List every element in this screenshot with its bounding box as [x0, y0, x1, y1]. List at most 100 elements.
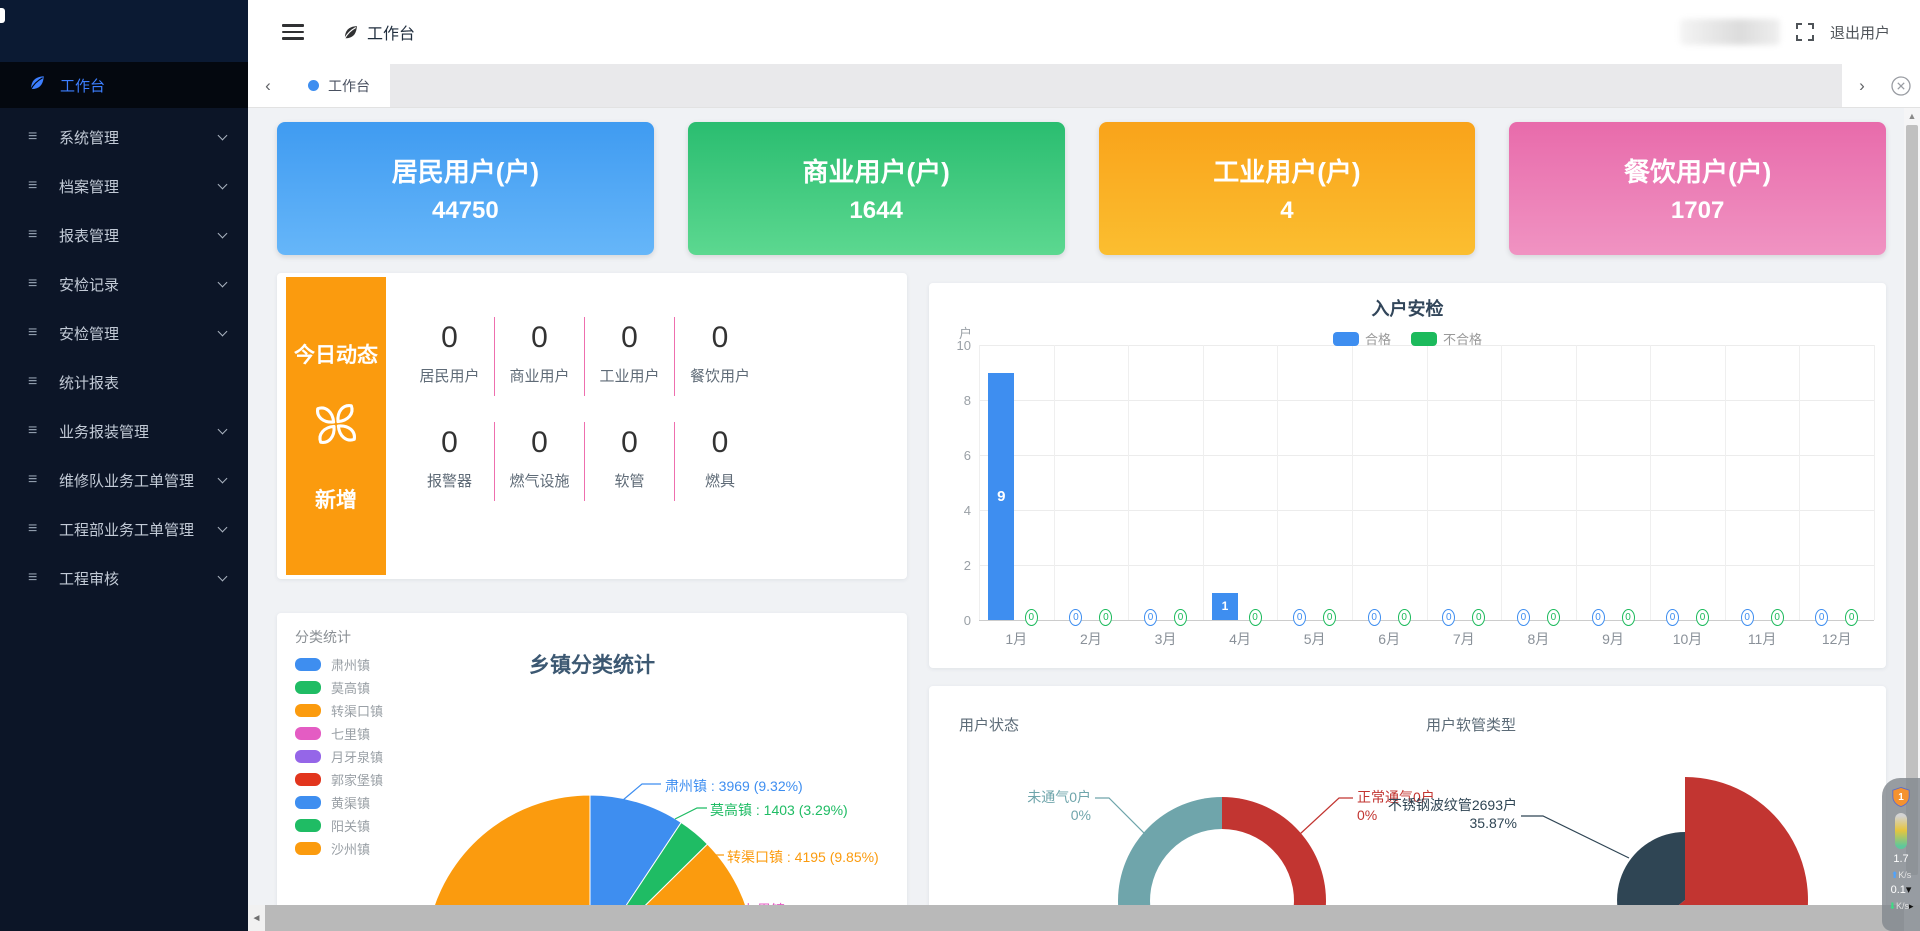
breadcrumb[interactable]: 工作台 — [342, 20, 415, 44]
svg-text:未通气0户: 未通气0户 — [1027, 789, 1091, 805]
zero-marker: 0 — [1696, 609, 1709, 626]
zero-marker: 0 — [1174, 609, 1187, 626]
sidebar-item[interactable]: ≡ 统计报表 — [0, 362, 248, 402]
today-stat: 0 报警器 — [405, 422, 495, 501]
y-axis-tick: 4 — [937, 503, 971, 518]
username-redacted — [1680, 19, 1780, 45]
stat-card-title: 居民用户(户) — [392, 152, 539, 189]
stat-card: 餐饮用户(户) 1707 — [1509, 122, 1886, 255]
scroll-left-arrow[interactable]: ◄ — [248, 905, 265, 931]
today-stat-value: 0 — [675, 426, 765, 460]
sidebar-item[interactable]: ≡ 档案管理 — [0, 166, 248, 206]
today-stat: 0 居民用户 — [405, 317, 495, 396]
tabs-scroll-left-button[interactable]: ‹ — [248, 64, 288, 107]
download-speed: 0.1▾ — [1891, 885, 1912, 896]
zero-marker: 0 — [1666, 609, 1679, 626]
today-badge: 新增 — [315, 484, 357, 514]
chevron-down-icon — [218, 473, 228, 483]
upload-speed: 1.7 — [1893, 854, 1908, 865]
menu-lines-icon: ≡ — [28, 226, 45, 244]
speed-gauge-icon — [1895, 813, 1907, 849]
sidebar-item[interactable]: ≡ 维修队业务工单管理 — [0, 460, 248, 500]
zero-marker: 0 — [1517, 609, 1530, 626]
x-axis-label: 5月 — [1285, 629, 1345, 649]
sidebar-item-label: 档案管理 — [59, 176, 205, 197]
sidebar-menu: ≡ 系统管理 ≡ 档案管理 ≡ 报表管理 ≡ 安检记录 ≡ 安检管理 ≡ 统计报… — [0, 117, 248, 598]
sidebar-item-workbench[interactable]: 工作台 — [0, 62, 248, 108]
sidebar-item[interactable]: ≡ 报表管理 — [0, 215, 248, 255]
today-stat-value: 0 — [495, 426, 584, 460]
today-stat-label: 餐饮用户 — [675, 365, 765, 386]
header: 工作台 退出用户 — [248, 0, 1920, 64]
today-stat-label: 商业用户 — [495, 365, 584, 386]
net-speed-widget[interactable]: 1 1.7 ⬆K/s 0.1▾ ⬇K/s▸ — [1882, 778, 1920, 931]
sidebar-item[interactable]: ≡ 工程部业务工单管理 — [0, 509, 248, 549]
menu-lines-icon: ≡ — [28, 373, 45, 391]
chevron-down-icon — [218, 522, 228, 532]
zero-marker: 0 — [1592, 609, 1605, 626]
upload-unit: ⬆K/s — [1891, 870, 1912, 880]
horizontal-scrollbar[interactable]: ◄ — [248, 905, 1904, 931]
today-stat-label: 软管 — [585, 470, 674, 491]
today-stat-label: 居民用户 — [405, 365, 494, 386]
chevron-down-icon — [218, 277, 228, 287]
hamburger-menu-icon[interactable] — [282, 20, 304, 44]
town-pie-chart — [277, 613, 907, 931]
zero-marker: 0 — [1323, 609, 1336, 626]
x-axis-label: 3月 — [1136, 629, 1196, 649]
today-stat: 0 软管 — [585, 422, 675, 501]
menu-lines-icon: ≡ — [28, 422, 45, 440]
sidebar-item-label: 安检管理 — [59, 323, 205, 344]
x-axis-label: 4月 — [1210, 629, 1270, 649]
zero-marker: 0 — [1442, 609, 1455, 626]
today-stat-value: 0 — [585, 321, 674, 355]
sidebar-item[interactable]: ≡ 业务报装管理 — [0, 411, 248, 451]
edge-tab[interactable] — [0, 8, 5, 23]
today-stat-label: 报警器 — [405, 470, 494, 491]
logout-button[interactable]: 退出用户 — [1830, 22, 1890, 43]
today-stat-value: 0 — [675, 321, 765, 355]
legend-item[interactable]: 不合格 — [1411, 329, 1482, 348]
today-stat-label: 燃气设施 — [495, 470, 584, 491]
download-unit: ⬇K/s▸ — [1888, 901, 1913, 911]
sidebar-item[interactable]: ≡ 安检管理 — [0, 313, 248, 353]
horizontal-scrollbar-thumb[interactable] — [265, 905, 1904, 931]
bar-合格: 9 — [988, 373, 1014, 621]
menu-lines-icon: ≡ — [28, 177, 45, 195]
active-tab-dot-icon — [308, 80, 319, 91]
sidebar-header — [0, 0, 248, 62]
zero-marker: 0 — [1741, 609, 1754, 626]
status-charts: 未通气0户0%正常通气0户0%不锈钢波纹管2693户35.87% — [929, 686, 1886, 931]
scroll-up-arrow[interactable]: ▲ — [1904, 108, 1920, 124]
zero-marker: 0 — [1099, 609, 1112, 626]
zero-marker: 0 — [1845, 609, 1858, 626]
zero-marker: 0 — [1398, 609, 1411, 626]
zero-marker: 0 — [1771, 609, 1784, 626]
zero-marker: 0 — [1368, 609, 1381, 626]
svg-text:不锈钢波纹管2693户: 不锈钢波纹管2693户 — [1388, 797, 1517, 813]
zero-marker: 0 — [1472, 609, 1485, 626]
svg-text:1: 1 — [1898, 792, 1904, 803]
town-pie-panel: 分类统计 肃州镇 莫高镇 转渠口镇 七里镇 月牙泉镇 郭家堡镇 黄渠镇 阳关镇 … — [277, 613, 907, 931]
stat-cards-row: 居民用户(户) 44750 商业用户(户) 1644 工业用户(户) 4 餐饮用… — [277, 122, 1886, 255]
fullscreen-icon[interactable] — [1796, 23, 1814, 41]
sidebar-item[interactable]: ≡ 系统管理 — [0, 117, 248, 157]
zero-marker: 0 — [1547, 609, 1560, 626]
leaf-icon — [28, 74, 46, 96]
tab-workbench[interactable]: 工作台 — [288, 64, 390, 107]
chevron-down-icon — [218, 326, 228, 336]
chevron-down-icon — [218, 424, 228, 434]
today-stat-value: 0 — [585, 426, 674, 460]
vertical-scrollbar-thumb[interactable] — [1906, 125, 1918, 875]
zero-marker: 0 — [1069, 609, 1082, 626]
tabs-scroll-right-button[interactable]: › — [1842, 64, 1882, 107]
stat-card: 商业用户(户) 1644 — [688, 122, 1065, 255]
x-axis-label: 2月 — [1061, 629, 1121, 649]
stat-card-value: 1707 — [1671, 197, 1724, 225]
sidebar-item[interactable]: ≡ 安检记录 — [0, 264, 248, 304]
legend-item[interactable]: 合格 — [1333, 329, 1391, 348]
tab-options-button[interactable] — [1882, 64, 1920, 107]
zero-marker: 0 — [1622, 609, 1635, 626]
sidebar-item[interactable]: ≡ 工程审核 — [0, 558, 248, 598]
today-stat: 0 餐饮用户 — [675, 317, 765, 396]
